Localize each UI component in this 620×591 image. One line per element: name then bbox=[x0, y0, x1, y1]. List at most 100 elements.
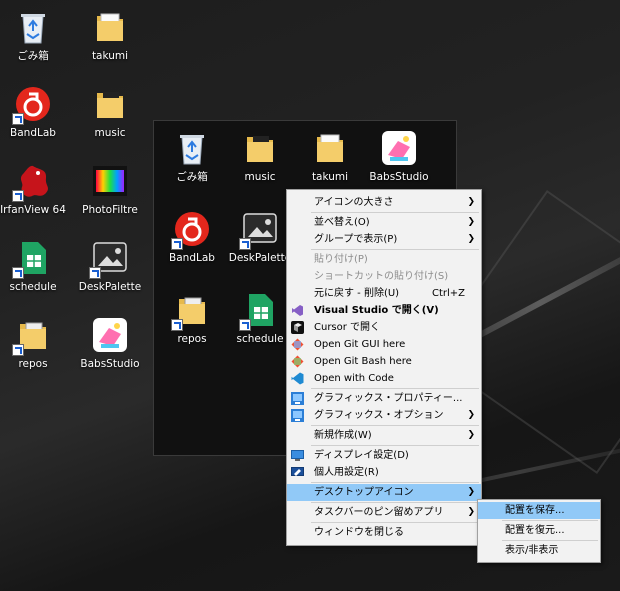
panel-icon-label: takumi bbox=[311, 171, 349, 183]
desktop-icon-label: IrfanView 64 bbox=[0, 204, 66, 216]
menu-separator bbox=[311, 425, 479, 426]
menu-item-open-cursor[interactable]: Cursor で開く bbox=[287, 319, 481, 336]
desktop-icon-bandlab[interactable]: BandLab bbox=[0, 85, 66, 140]
desktop-icon-deskpalette[interactable]: DeskPalette bbox=[77, 239, 143, 294]
menu-item-label: デスクトップアイコン bbox=[314, 487, 414, 498]
menu-item-label: Open Git Bash here bbox=[314, 356, 412, 367]
desktop-icon-recycle-bin[interactable]: ごみ箱 bbox=[0, 8, 66, 63]
menu-separator bbox=[502, 520, 598, 521]
menu-item-label: グループで表示(P) bbox=[314, 234, 398, 245]
panel-icon-babsstudio[interactable]: BabsStudio bbox=[366, 129, 432, 184]
shortcut-arrow-icon bbox=[12, 113, 24, 125]
desktop-icon-label: BabsStudio bbox=[80, 358, 140, 370]
menu-item-label: 配置を復元... bbox=[505, 525, 565, 536]
visual-studio-icon bbox=[291, 304, 304, 317]
chevron-right-icon: ❯ bbox=[467, 410, 475, 420]
panel-icon-bandlab[interactable]: BandLab bbox=[159, 210, 225, 265]
babsstudio-icon bbox=[380, 129, 418, 167]
menu-item-git-bash[interactable]: Open Git Bash here bbox=[287, 353, 481, 370]
menu-item-label: 元に戻す - 削除(U) bbox=[314, 288, 400, 299]
menu-separator bbox=[311, 445, 479, 446]
recycle-bin-icon bbox=[173, 129, 211, 167]
menu-item-open-visual-studio[interactable]: Visual Studio で開く(V) bbox=[287, 302, 481, 319]
panel-icon-label: ごみ箱 bbox=[176, 171, 208, 183]
menu-item-label: 貼り付け(P) bbox=[314, 254, 368, 265]
folder-icon bbox=[91, 85, 129, 123]
irfanview-icon bbox=[12, 162, 52, 202]
menu-item-graphics-properties[interactable]: グラフィックス・プロパティー... bbox=[287, 390, 481, 407]
menu-item-close-windows[interactable]: ウィンドウを閉じる bbox=[287, 524, 481, 541]
shortcut-arrow-icon bbox=[12, 190, 24, 202]
git-gui-icon bbox=[291, 338, 304, 351]
submenu-item-save-layout[interactable]: 配置を保存... bbox=[478, 502, 600, 519]
panel-icon-label: BabsStudio bbox=[369, 171, 429, 183]
submenu-item-restore-layout[interactable]: 配置を復元... bbox=[478, 522, 600, 539]
menu-item-label: Open with Code bbox=[314, 373, 394, 384]
vscode-icon bbox=[291, 372, 304, 385]
desktop-icon-irfanview[interactable]: IrfanView 64 bbox=[0, 162, 66, 217]
shortcut-arrow-icon bbox=[12, 344, 24, 356]
git-bash-icon bbox=[291, 355, 304, 368]
chevron-right-icon: ❯ bbox=[467, 507, 475, 517]
menu-item-taskbar-pinned-apps[interactable]: タスクバーのピン留めアプリ ❯ bbox=[287, 504, 481, 521]
desktop-icon-label: takumi bbox=[91, 50, 129, 62]
desktop-icon-schedule[interactable]: schedule bbox=[0, 239, 66, 294]
folder-icon bbox=[91, 8, 129, 46]
desktop-icon-label: ごみ箱 bbox=[17, 50, 49, 62]
desktop-icon-repos[interactable]: repos bbox=[0, 316, 66, 371]
cursor-icon bbox=[291, 321, 304, 334]
panel-icon-label: repos bbox=[177, 333, 207, 345]
desktop-icons-submenu: 配置を保存... 配置を復元... 表示/非表示 bbox=[477, 499, 601, 563]
desktop-icon-babsstudio[interactable]: BabsStudio bbox=[77, 316, 143, 371]
panel-icon-recycle-bin[interactable]: ごみ箱 bbox=[159, 129, 225, 184]
menu-item-graphics-options[interactable]: グラフィックス・オプション ❯ bbox=[287, 407, 481, 424]
desktop-icon-music[interactable]: music bbox=[77, 85, 143, 140]
desktop-icon-label: DeskPalette bbox=[78, 281, 142, 293]
panel-icon-takumi[interactable]: takumi bbox=[297, 129, 363, 184]
chevron-right-icon: ❯ bbox=[467, 197, 475, 207]
panel-icon-label: music bbox=[244, 171, 276, 183]
menu-separator bbox=[311, 388, 479, 389]
menu-separator bbox=[311, 482, 479, 483]
menu-item-label: アイコンの大きさ bbox=[314, 197, 394, 208]
menu-item-git-gui[interactable]: Open Git GUI here bbox=[287, 336, 481, 353]
shortcut-arrow-icon bbox=[12, 267, 24, 279]
menu-item-group-by[interactable]: グループで表示(P) ❯ bbox=[287, 231, 481, 248]
menu-item-personalize[interactable]: 個人用設定(R) bbox=[287, 464, 481, 481]
menu-item-open-with-code[interactable]: Open with Code bbox=[287, 370, 481, 387]
desktop-icon-label: BandLab bbox=[10, 127, 56, 139]
panel-icon-music[interactable]: music bbox=[227, 129, 293, 184]
menu-item-icon-size[interactable]: アイコンの大きさ ❯ bbox=[287, 194, 481, 211]
intel-graphics-icon bbox=[291, 409, 304, 422]
panel-icon-deskpalette[interactable]: DeskPalette bbox=[227, 210, 293, 265]
desktop-icon-takumi[interactable]: takumi bbox=[77, 8, 143, 63]
menu-separator bbox=[311, 212, 479, 213]
menu-item-paste-shortcut[interactable]: ショートカットの貼り付け(S) bbox=[287, 268, 481, 285]
menu-item-label: ウィンドウを閉じる bbox=[314, 527, 404, 538]
menu-item-display-settings[interactable]: ディスプレイ設定(D) bbox=[287, 447, 481, 464]
menu-item-desktop-icons[interactable]: デスクトップアイコン ❯ bbox=[287, 484, 481, 501]
panel-icon-repos[interactable]: repos bbox=[159, 291, 225, 346]
menu-item-label: 並べ替え(O) bbox=[314, 217, 370, 228]
submenu-item-show-hide[interactable]: 表示/非表示 bbox=[478, 542, 600, 559]
babsstudio-icon bbox=[91, 316, 129, 354]
desktop-icon-label: repos bbox=[18, 358, 48, 370]
menu-item-undo-delete[interactable]: 元に戻す - 削除(U) Ctrl+Z bbox=[287, 285, 481, 302]
display-icon bbox=[291, 449, 304, 462]
chevron-right-icon: ❯ bbox=[467, 234, 475, 244]
menu-item-label: 個人用設定(R) bbox=[314, 467, 379, 478]
menu-item-new[interactable]: 新規作成(W) ❯ bbox=[287, 427, 481, 444]
panel-icon-schedule[interactable]: schedule bbox=[227, 291, 293, 346]
folder-icon bbox=[311, 129, 349, 167]
menu-item-label: 表示/非表示 bbox=[505, 545, 559, 556]
menu-item-sort-by[interactable]: 並べ替え(O) ❯ bbox=[287, 214, 481, 231]
chevron-right-icon: ❯ bbox=[467, 217, 475, 227]
desktop-icon-photofiltre[interactable]: PhotoFiltre bbox=[77, 162, 143, 217]
desktop-icon-label: schedule bbox=[9, 281, 57, 293]
desktop-context-menu: アイコンの大きさ ❯ 並べ替え(O) ❯ グループで表示(P) ❯ 貼り付け(P) シ… bbox=[286, 189, 482, 546]
menu-item-paste[interactable]: 貼り付け(P) bbox=[287, 251, 481, 268]
bandlab-icon bbox=[171, 210, 211, 250]
intel-graphics-icon bbox=[291, 392, 304, 405]
menu-separator bbox=[311, 249, 479, 250]
menu-item-label: Visual Studio で開く(V) bbox=[314, 305, 439, 316]
